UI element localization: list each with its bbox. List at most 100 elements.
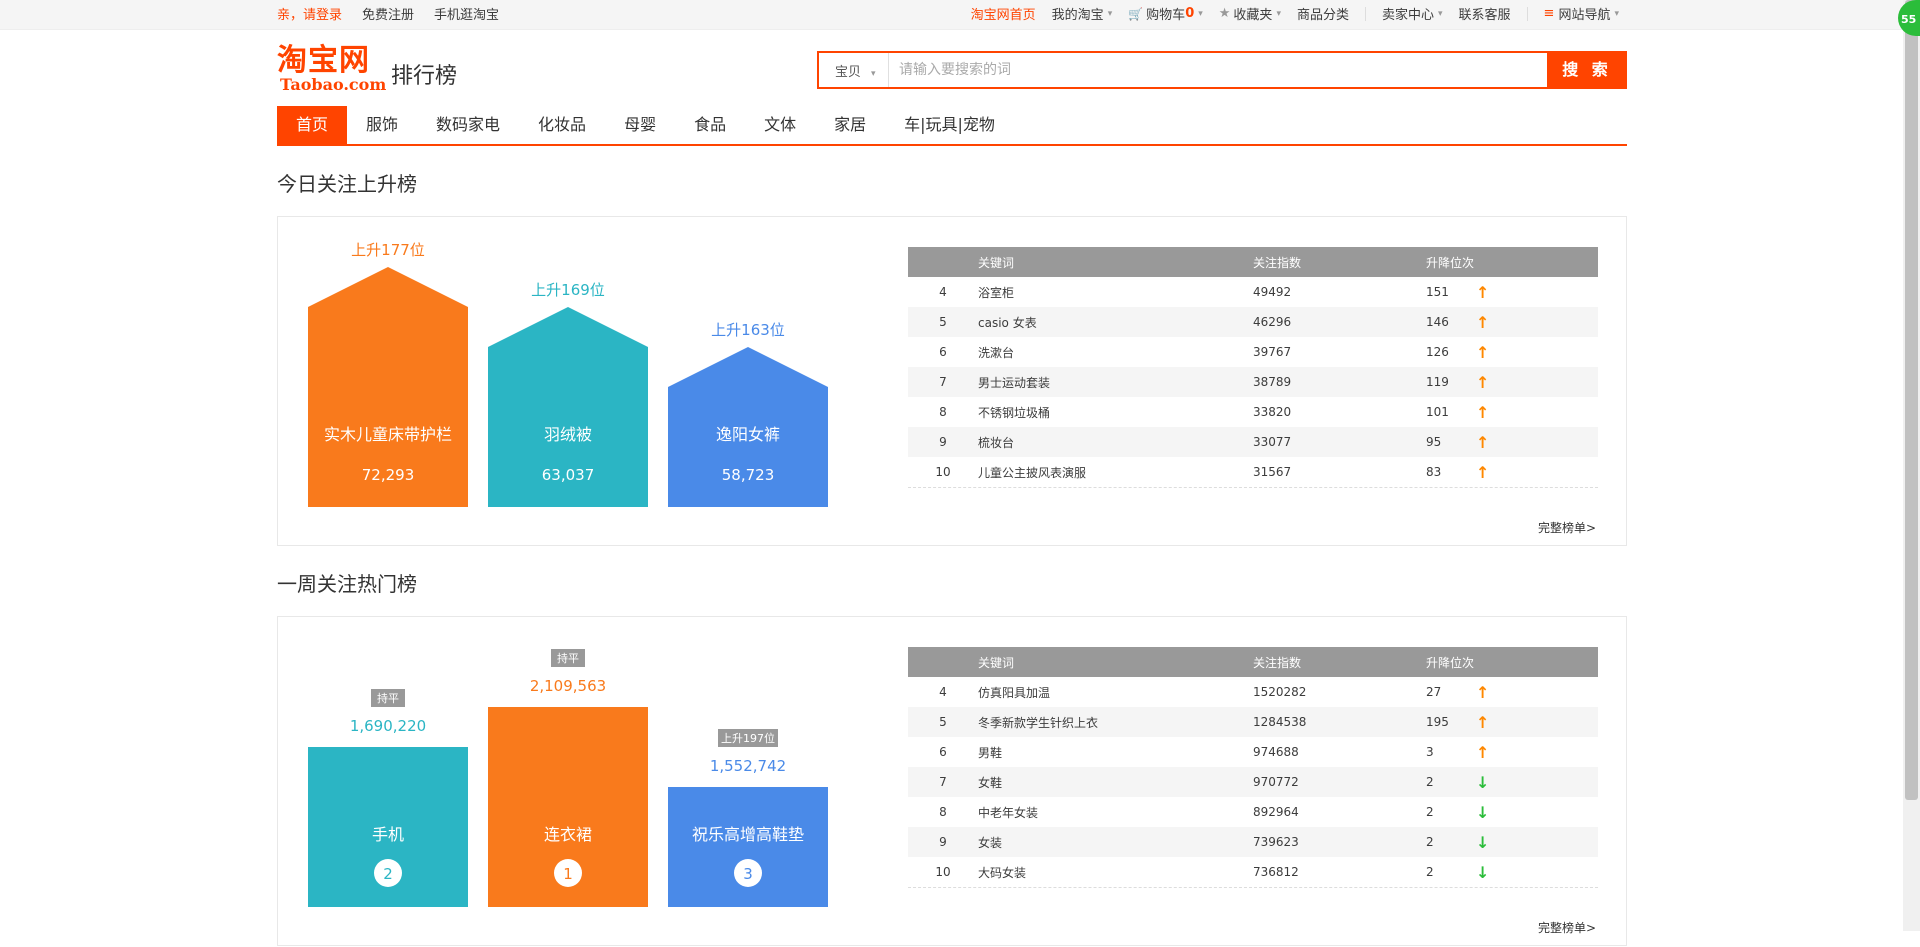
chevron-down-icon: ▾: [1614, 8, 1619, 19]
taobao-logo[interactable]: 淘宝网 Taobao.com: [277, 44, 387, 94]
categories-link[interactable]: 商品分类: [1297, 4, 1349, 23]
table-row[interactable]: 7 女鞋 970772 2 ↓: [908, 767, 1598, 797]
star-icon: ★: [1218, 6, 1231, 21]
arrow-down-icon: ↓: [1476, 802, 1490, 822]
table-row[interactable]: 5 casio 女表 46296 146 ↑: [908, 307, 1598, 337]
week-hot-title: 一周关注热门榜: [277, 572, 417, 596]
tab-cosmetics[interactable]: 化妆品: [519, 106, 605, 144]
table-row[interactable]: 4 仿真阳具加温 1520282 27 ↑: [908, 677, 1598, 707]
hot-bar-2-rank: 1: [563, 865, 573, 883]
table-row[interactable]: 6 洗漱台 39767 126 ↑: [908, 337, 1598, 367]
arrow-up-icon: ↑: [1476, 282, 1490, 302]
full-list-link[interactable]: 完整榜单>: [1538, 919, 1596, 936]
register-link[interactable]: 免费注册: [362, 4, 414, 23]
hot-bar-3[interactable]: [668, 787, 828, 907]
table-row[interactable]: 6 男鞋 974688 3 ↑: [908, 737, 1598, 767]
favorites-label: 收藏夹: [1233, 8, 1273, 23]
logo-cn: 淘宝网: [277, 43, 370, 78]
search-scope-label: 宝贝: [835, 65, 862, 80]
col-change: 升降位次: [1426, 255, 1475, 270]
tab-home[interactable]: 首页: [277, 106, 348, 144]
week-hot-table: 关键词 关注指数 升降位次 4 仿真阳具加温 1520282 27 ↑ 5 冬季新款学生针…: [908, 647, 1598, 888]
col-keyword: 关键词: [978, 255, 1015, 270]
chevron-down-icon: ▾: [1198, 8, 1203, 19]
col-keyword: 关键词: [978, 655, 1015, 670]
chevron-down-icon: ▾: [1107, 8, 1113, 19]
arrow-up-icon: ↑: [1476, 682, 1490, 702]
tab-car-toys-pets[interactable]: 车|玩具|宠物: [885, 106, 1014, 144]
my-taobao-menu[interactable]: 我的淘宝 ▾: [1052, 4, 1113, 23]
table-row[interactable]: 4 浴室柜 49492 151 ↑: [908, 277, 1598, 307]
tab-apparel[interactable]: 服饰: [347, 106, 417, 144]
my-taobao-label: 我的淘宝: [1051, 8, 1104, 23]
status-tag-1: 持平: [377, 691, 399, 705]
divider: [908, 487, 1598, 488]
table-row[interactable]: 10 儿童公主披风表演服 31567 83 ↑: [908, 457, 1598, 487]
table-row[interactable]: 8 不锈钢垃圾桶 33820 101 ↑: [908, 397, 1598, 427]
seller-center-menu[interactable]: 卖家中心 ▾: [1382, 4, 1443, 23]
tab-baby[interactable]: 母婴: [605, 106, 675, 144]
hot-bar-2-value: 2,109,563: [530, 677, 606, 695]
arrow-up-icon: ↑: [1476, 342, 1490, 362]
tab-sports[interactable]: 文体: [745, 106, 815, 144]
col-change: 升降位次: [1426, 655, 1475, 670]
full-list-link[interactable]: 完整榜单>: [1538, 519, 1596, 536]
rising-bar-2-value: 63,037: [542, 466, 595, 484]
status-tag-2: 持平: [557, 651, 579, 665]
tab-food[interactable]: 食品: [675, 106, 745, 144]
today-chart-svg: 上升177位 实木儿童床带护栏 72,293 上升169位 羽绒被 63,037…: [308, 241, 828, 507]
table-row[interactable]: 9 梳妆台 33077 95 ↑: [908, 427, 1598, 457]
rising-bar-1-name: 实木儿童床带护栏: [324, 425, 452, 444]
arrow-up-icon: ↑: [1476, 712, 1490, 732]
category-nav: 首页 服饰 数码家电 化妆品 母婴 食品 文体 家居 车|玩具|宠物: [277, 106, 1627, 146]
login-link[interactable]: 亲，请登录: [277, 4, 342, 23]
arrow-up-icon: ↑: [1476, 312, 1490, 332]
table-row[interactable]: 5 冬季新款学生针织上衣 1284538 195 ↑: [908, 707, 1598, 737]
table-row[interactable]: 10 大码女装 736812 2 ↓: [908, 857, 1598, 887]
favorites-menu[interactable]: ★ 收藏夹 ▾: [1219, 4, 1281, 23]
side-badge[interactable]: 55: [1898, 0, 1920, 36]
logo-en: Taobao.com: [280, 75, 387, 94]
col-index: 关注指数: [1253, 655, 1302, 670]
table-row[interactable]: 8 中老年女装 892964 2 ↓: [908, 797, 1598, 827]
taobao-home-link[interactable]: 淘宝网首页: [971, 4, 1036, 23]
chevron-down-icon: ▾: [871, 69, 876, 79]
site-nav-menu[interactable]: ≡ 网站导航 ▾: [1544, 4, 1619, 23]
page-title: 排行榜: [391, 64, 458, 89]
arrow-up-icon: ↑: [1476, 402, 1490, 422]
arrow-up-icon: ↑: [1476, 742, 1490, 762]
table-row[interactable]: 7 男士运动套装 38789 119 ↑: [908, 367, 1598, 397]
tab-digital[interactable]: 数码家电: [417, 106, 519, 144]
arrow-down-icon: ↓: [1476, 772, 1490, 792]
scrollbar-thumb[interactable]: [1905, 0, 1918, 800]
search-scope-select[interactable]: 宝贝 ▾: [819, 53, 889, 87]
hot-bar-1-name: 手机: [372, 825, 404, 844]
rising-bar-3-value: 58,723: [722, 466, 775, 484]
col-index: 关注指数: [1253, 255, 1302, 270]
hot-bar-3-value: 1,552,742: [710, 757, 786, 775]
cart-label: 购物车: [1146, 8, 1186, 23]
today-rising-table: 关键词 关注指数 升降位次 4 浴室柜 49492 151 ↑ 5 casio 女表 462…: [908, 247, 1598, 488]
rise-label-1: 上升177位: [351, 241, 425, 259]
hot-bar-1-value: 1,690,220: [350, 717, 426, 735]
vertical-scrollbar[interactable]: [1903, 0, 1920, 931]
arrow-up-icon: ↑: [1476, 372, 1490, 392]
search-input[interactable]: [889, 53, 1549, 87]
seller-center-label: 卖家中心: [1381, 8, 1434, 23]
mobile-link[interactable]: 手机逛淘宝: [434, 4, 499, 23]
today-rising-chart: 上升177位 实木儿童床带护栏 72,293 上升169位 羽绒被 63,037…: [308, 217, 828, 547]
table-header: 关键词 关注指数 升降位次: [908, 647, 1598, 677]
top-bar-left: 亲，请登录 免费注册 手机逛淘宝: [277, 4, 499, 23]
today-rising-title: 今日关注上升榜: [277, 172, 417, 196]
header: 淘宝网 Taobao.com 排行榜 宝贝 ▾ 搜 索: [277, 44, 1627, 98]
rising-bar-2-name: 羽绒被: [544, 425, 592, 444]
cart-menu[interactable]: 🛒 购物车 0 ▾: [1128, 4, 1203, 23]
search-box: 宝贝 ▾ 搜 索: [817, 51, 1627, 89]
divider: [1364, 6, 1366, 21]
hot-bar-3-rank: 3: [743, 865, 753, 883]
table-row[interactable]: 9 女装 739623 2 ↓: [908, 827, 1598, 857]
site-nav-label: 网站导航: [1558, 8, 1611, 23]
tab-home-living[interactable]: 家居: [815, 106, 885, 144]
service-link[interactable]: 联系客服: [1459, 4, 1511, 23]
search-button[interactable]: 搜 索: [1547, 51, 1627, 89]
